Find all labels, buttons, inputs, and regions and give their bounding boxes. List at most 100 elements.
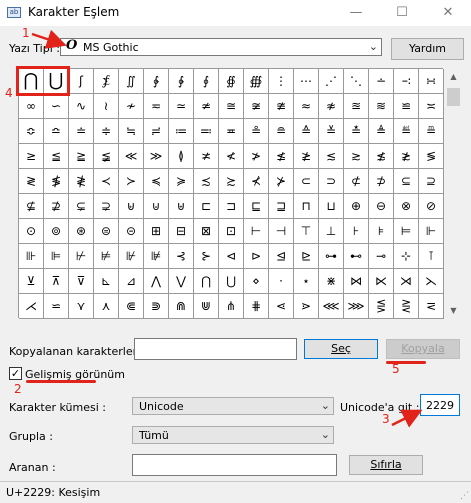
- character-cell[interactable]: ≍: [419, 94, 444, 119]
- search-input[interactable]: [132, 454, 337, 476]
- font-select[interactable]: O MS Gothic ⌄: [60, 38, 382, 56]
- character-cell[interactable]: ⊴: [269, 244, 294, 269]
- character-cell[interactable]: ≎: [19, 119, 44, 144]
- character-cell[interactable]: ≵: [394, 144, 419, 169]
- character-cell[interactable]: ⊲: [219, 244, 244, 269]
- character-cell[interactable]: ⊑: [244, 194, 269, 219]
- character-cell[interactable]: ≱: [294, 144, 319, 169]
- character-cell[interactable]: ⊿: [119, 269, 144, 294]
- character-cell[interactable]: ≏: [44, 119, 69, 144]
- character-cell[interactable]: ≽: [169, 169, 194, 194]
- character-cell[interactable]: ⋔: [219, 294, 244, 319]
- character-cell[interactable]: ≙: [294, 119, 319, 144]
- close-button[interactable]: ✕: [425, 0, 471, 26]
- character-cell[interactable]: ⋅: [269, 269, 294, 294]
- character-cell[interactable]: ʃ: [69, 69, 94, 94]
- character-cell[interactable]: ⋄: [244, 269, 269, 294]
- character-cell[interactable]: ⋋: [419, 269, 444, 294]
- character-cell[interactable]: ⊙: [19, 219, 44, 244]
- character-cell[interactable]: ≈: [294, 94, 319, 119]
- character-cell[interactable]: ⋀: [144, 269, 169, 294]
- scroll-thumb[interactable]: [447, 88, 460, 106]
- grid-scrollbar[interactable]: ▲ ▼: [445, 68, 462, 319]
- character-cell[interactable]: ⊗: [394, 194, 419, 219]
- character-cell[interactable]: ≑: [94, 119, 119, 144]
- copy-button[interactable]: Kopyala: [386, 339, 460, 359]
- character-cell[interactable]: ⊸: [369, 244, 394, 269]
- character-cell[interactable]: ⊾: [94, 269, 119, 294]
- character-cell[interactable]: ≥: [19, 144, 44, 169]
- character-cell[interactable]: ⊣: [269, 219, 294, 244]
- character-cell[interactable]: ⋊: [394, 269, 419, 294]
- character-cell[interactable]: ⊽: [69, 269, 94, 294]
- character-cell[interactable]: ⊇: [419, 169, 444, 194]
- select-button[interactable]: Seç: [304, 339, 378, 359]
- character-cell[interactable]: ≂: [144, 94, 169, 119]
- character-cell[interactable]: ⋂: [194, 269, 219, 294]
- character-cell[interactable]: ≁: [119, 94, 144, 119]
- character-cell[interactable]: ⊃: [319, 169, 344, 194]
- character-cell[interactable]: ⊓: [294, 194, 319, 219]
- character-cell[interactable]: ∰: [244, 69, 269, 94]
- character-cell[interactable]: ⊪: [19, 244, 44, 269]
- character-cell[interactable]: ≌: [394, 94, 419, 119]
- character-cell[interactable]: ≛: [344, 119, 369, 144]
- character-cell[interactable]: ⊡: [219, 219, 244, 244]
- scroll-up-icon[interactable]: ▲: [445, 68, 462, 85]
- character-cell[interactable]: ∿: [69, 94, 94, 119]
- character-cell[interactable]: ⋉: [369, 269, 394, 294]
- character-cell[interactable]: ⊝: [119, 219, 144, 244]
- character-cell[interactable]: ⊯: [144, 244, 169, 269]
- character-cell[interactable]: ≇: [269, 94, 294, 119]
- character-cell[interactable]: ⊩: [419, 219, 444, 244]
- character-cell[interactable]: ≲: [319, 144, 344, 169]
- help-button[interactable]: Yardım: [391, 38, 464, 60]
- character-cell[interactable]: ⊄: [344, 169, 369, 194]
- character-cell[interactable]: ≗: [244, 119, 269, 144]
- character-cell[interactable]: ⋃: [219, 269, 244, 294]
- character-cell[interactable]: ≾: [194, 169, 219, 194]
- character-cell[interactable]: ≋: [369, 94, 394, 119]
- character-cell[interactable]: ⊁: [269, 169, 294, 194]
- character-cell[interactable]: ⋏: [94, 294, 119, 319]
- character-cell[interactable]: ≖: [219, 119, 244, 144]
- character-cell[interactable]: ≀: [94, 94, 119, 119]
- character-cell[interactable]: ⋰: [319, 69, 344, 94]
- character-cell[interactable]: ≜: [369, 119, 394, 144]
- character-cell[interactable]: ⊦: [344, 219, 369, 244]
- character-cell[interactable]: ⊢: [244, 219, 269, 244]
- character-cell[interactable]: ⊎: [169, 194, 194, 219]
- character-cell[interactable]: ⋚: [369, 294, 394, 319]
- character-cell[interactable]: ≰: [269, 144, 294, 169]
- character-cell[interactable]: ⋖: [269, 294, 294, 319]
- character-cell[interactable]: ⊭: [94, 244, 119, 269]
- group-by-select[interactable]: Tümü ⌄: [132, 426, 334, 444]
- character-cell[interactable]: ≉: [319, 94, 344, 119]
- character-cell[interactable]: ⋜: [419, 294, 444, 319]
- character-cell[interactable]: ⊹: [394, 244, 419, 269]
- character-cell[interactable]: ∞: [19, 94, 44, 119]
- character-cell[interactable]: ≄: [194, 94, 219, 119]
- reset-button[interactable]: Sıfırla: [349, 455, 423, 475]
- character-cell[interactable]: ≒: [119, 119, 144, 144]
- character-cell[interactable]: ∳: [169, 69, 194, 94]
- character-cell[interactable]: ⊌: [119, 194, 144, 219]
- character-cell[interactable]: ⋕: [244, 294, 269, 319]
- character-cell[interactable]: ⋇: [319, 269, 344, 294]
- character-cell[interactable]: ≼: [144, 169, 169, 194]
- character-cell[interactable]: ⊬: [69, 244, 94, 269]
- character-cell[interactable]: ≊: [344, 94, 369, 119]
- advanced-view-checkbox[interactable]: ✓: [9, 367, 22, 380]
- maximize-button[interactable]: ☐: [379, 0, 425, 26]
- character-cell[interactable]: ∺: [419, 69, 444, 94]
- character-cell[interactable]: ⊨: [394, 219, 419, 244]
- character-cell[interactable]: ⊥: [319, 219, 344, 244]
- character-cell[interactable]: ⊏: [194, 194, 219, 219]
- character-cell[interactable]: ⊵: [294, 244, 319, 269]
- character-cell[interactable]: ≃: [169, 94, 194, 119]
- character-cell[interactable]: ⊔: [319, 194, 344, 219]
- character-cell[interactable]: ≮: [219, 144, 244, 169]
- character-cell[interactable]: ⊺: [419, 244, 444, 269]
- character-cell[interactable]: ⊞: [144, 219, 169, 244]
- character-cell[interactable]: ⋒: [169, 294, 194, 319]
